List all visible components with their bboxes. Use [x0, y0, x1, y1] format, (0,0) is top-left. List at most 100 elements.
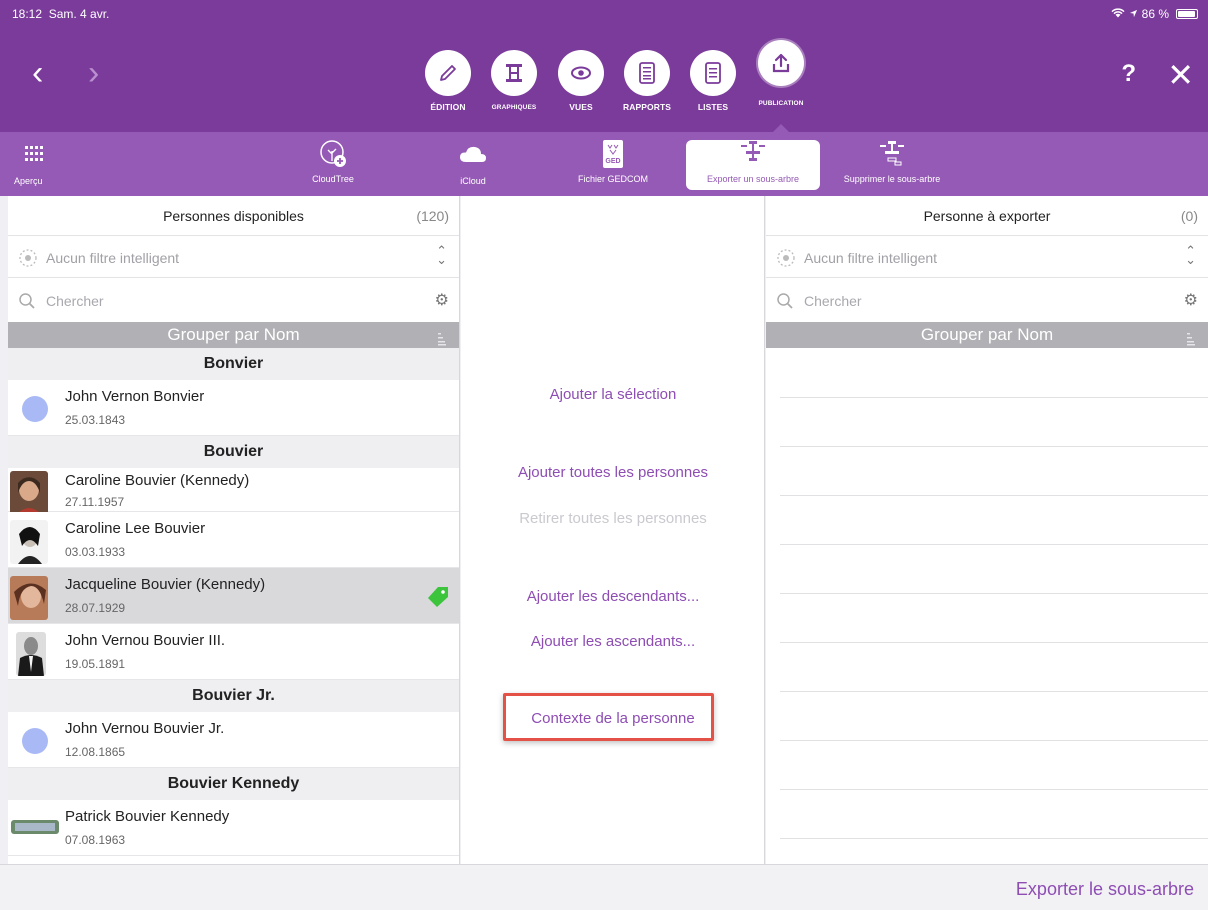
person-photo	[10, 576, 48, 620]
tab-rapports-label: RAPPORTS	[622, 102, 672, 112]
apercu-button[interactable]: Aperçu	[14, 140, 54, 186]
group-by-header[interactable]: Grouper par Nom	[766, 322, 1208, 348]
tab-graphiques-label: GRAPHIQUES	[491, 104, 537, 111]
forward-button[interactable]: ›	[88, 56, 99, 90]
person-row[interactable]: Patrick Bouvier Kennedy 07.08.1963	[8, 800, 459, 856]
person-row[interactable]: John Vernou Bouvier Jr. 12.08.1865	[8, 712, 459, 768]
icloud-button[interactable]: iCloud	[448, 140, 498, 186]
top-navigation-bar: 18:12 Sam. 4 avr. 86 % ‹ › ? ✕ ÉDITION G…	[0, 0, 1208, 132]
ged-badge-text: GED	[605, 158, 620, 165]
remove-all-button[interactable]: Retirer toutes les personnes	[461, 510, 764, 527]
person-row-selected[interactable]: Jacqueline Bouvier (Kennedy) 28.07.1929	[8, 568, 459, 624]
search-input[interactable]: Chercher ⚙	[766, 278, 1208, 322]
tab-rapports[interactable]: RAPPORTS	[613, 50, 681, 112]
remove-subtree-label: Supprimer le sous-arbre	[843, 174, 941, 184]
person-date: 27.11.1957	[65, 495, 125, 509]
ged-file-icon: GED	[567, 140, 659, 168]
tab-publication[interactable]: PUBLICATION	[747, 40, 815, 107]
tab-listes-label: LISTES	[697, 102, 729, 112]
export-people-panel: Personne à exporter (0) Aucun filtre int…	[766, 196, 1208, 864]
person-date: 19.05.1891	[65, 657, 126, 671]
empty-row-divider	[780, 838, 1208, 839]
subtree-remove-icon	[822, 140, 962, 168]
tab-edition-label: ÉDITION	[430, 102, 466, 112]
avatar	[22, 396, 48, 422]
wifi-icon	[1111, 7, 1125, 21]
smart-filter-select[interactable]: Aucun filtre intelligent ⌃ ⌄	[766, 236, 1208, 278]
person-row[interactable]: Caroline Lee Bouvier 03.03.1933	[8, 512, 459, 568]
tab-vues-label: VUES	[569, 102, 593, 112]
tab-listes[interactable]: LISTES	[679, 50, 747, 112]
panel-title: Personne à exporter	[923, 208, 1051, 224]
panel-title: Personnes disponibles	[163, 208, 304, 224]
search-icon	[776, 292, 794, 313]
section-header-bouvier: Bouvier	[8, 436, 459, 468]
person-name: Patrick Bouvier Kennedy	[65, 808, 230, 825]
sort-icon[interactable]	[1186, 328, 1196, 354]
grid-icon	[14, 140, 54, 168]
eye-icon	[558, 50, 604, 96]
remove-subtree-button[interactable]: Supprimer le sous-arbre	[822, 140, 962, 184]
add-selection-button[interactable]: Ajouter la sélection	[461, 386, 764, 403]
add-descendants-button[interactable]: Ajouter les descendants...	[461, 588, 764, 605]
add-ancestors-button[interactable]: Ajouter les ascendants...	[461, 633, 764, 650]
actions-panel: Ajouter la sélection Ajouter toutes les …	[461, 196, 765, 864]
people-count: (0)	[1180, 208, 1198, 224]
tab-graphiques[interactable]: GRAPHIQUES	[480, 50, 548, 111]
person-date: 07.08.1963	[65, 833, 126, 847]
smart-filter-select[interactable]: Aucun filtre intelligent ⌃ ⌄	[8, 236, 459, 278]
status-time: 18:12	[12, 7, 43, 21]
section-header-bouvier-jr: Bouvier Jr.	[8, 680, 459, 712]
help-button[interactable]: ?	[1121, 60, 1136, 88]
person-date: 12.08.1865	[65, 745, 126, 759]
battery-percent: 86 %	[1141, 7, 1169, 21]
person-photo	[16, 632, 46, 676]
group-by-label: Grouper par Nom	[920, 325, 1054, 344]
add-all-button[interactable]: Ajouter toutes les personnes	[461, 464, 764, 481]
person-context-button[interactable]: Contexte de la personne	[461, 710, 764, 727]
person-photo	[10, 471, 48, 515]
close-button[interactable]: ✕	[1167, 56, 1194, 94]
apercu-label: Aperçu	[14, 176, 43, 186]
subtree-icon	[690, 140, 816, 168]
person-date: 25.03.1843	[65, 413, 126, 427]
gedcom-button[interactable]: GED Fichier GEDCOM	[567, 140, 659, 184]
search-input[interactable]: Chercher ⚙	[8, 278, 459, 322]
icloud-label: iCloud	[460, 176, 486, 186]
tab-vues[interactable]: VUES	[547, 50, 615, 112]
person-row[interactable]: John Vernon Bonvier 25.03.1843	[8, 380, 459, 436]
group-by-header[interactable]: Grouper par Nom	[8, 322, 459, 348]
gear-icon[interactable]: ⚙	[435, 290, 449, 310]
empty-row-divider	[780, 495, 1208, 496]
empty-row-divider	[780, 446, 1208, 447]
sort-icon[interactable]	[437, 328, 447, 354]
chevron-updown-icon: ⌃ ⌄	[436, 243, 447, 267]
section-header-bonvier: Bonvier	[8, 348, 459, 380]
smart-filter-icon	[776, 248, 796, 271]
section-header-bouvier-kennedy: Bouvier Kennedy	[8, 768, 459, 800]
back-button[interactable]: ‹	[32, 56, 43, 90]
status-indicators: 86 %	[1111, 7, 1198, 21]
smart-filter-icon	[18, 248, 38, 271]
available-people-panel: Personnes disponibles (120) Aucun filtre…	[8, 196, 460, 864]
tab-edition[interactable]: ÉDITION	[414, 50, 482, 112]
upload-icon	[758, 40, 804, 86]
gear-icon[interactable]: ⚙	[1184, 290, 1198, 310]
smart-filter-value: Aucun filtre intelligent	[46, 250, 180, 266]
document-icon	[624, 50, 670, 96]
person-name: John Vernou Bouvier III.	[65, 632, 226, 649]
person-row[interactable]: Caroline Bouvier (Kennedy) 27.11.1957	[8, 468, 459, 515]
empty-row-divider	[780, 740, 1208, 741]
status-time-date: 18:12 Sam. 4 avr.	[12, 7, 109, 21]
avatar	[22, 728, 48, 754]
person-row[interactable]: John Vernou Bouvier III. 19.05.1891	[8, 624, 459, 680]
export-subtree-action-button[interactable]: Exporter le sous-arbre	[1016, 879, 1194, 900]
search-placeholder: Chercher	[46, 293, 104, 309]
tab-publication-label: PUBLICATION	[758, 100, 804, 107]
export-subtree-button[interactable]: Exporter un sous-arbre	[686, 140, 820, 190]
cloudtree-label: CloudTree	[312, 174, 354, 184]
empty-row-divider	[780, 397, 1208, 398]
main-tab-bar: ÉDITION GRAPHIQUES VUES RAPPORTS LISTES	[414, 40, 815, 132]
pencil-icon	[425, 50, 471, 96]
cloudtree-button[interactable]: CloudTree	[300, 140, 366, 184]
